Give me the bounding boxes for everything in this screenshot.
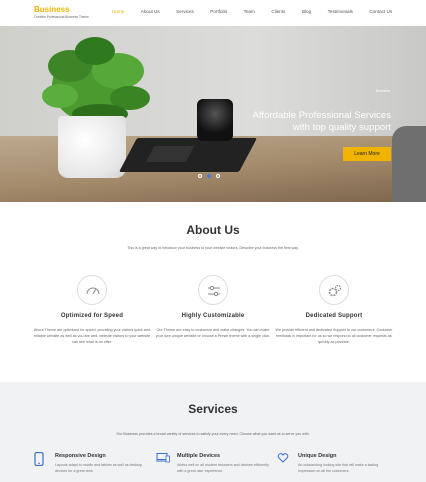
hero-title: Affordable Professional Services with to… <box>191 110 391 134</box>
slider-dot-1[interactable] <box>198 174 202 178</box>
feature-text: Our Theme are easy to customize and make… <box>155 328 271 339</box>
slider-dot-2[interactable] <box>207 174 211 178</box>
service-text: Layouts adapt to mobile and tablets as w… <box>55 463 143 473</box>
feature-title: Highly Customizable <box>181 313 245 319</box>
service-title: Multiple Devices <box>177 453 221 459</box>
hero-title-line2: with top quality support <box>292 122 391 133</box>
service-title: Unique Design <box>298 453 337 459</box>
service-text: Works well on all modern browsers and de… <box>177 463 269 473</box>
devices-icon <box>156 453 170 463</box>
chair-image <box>392 126 426 202</box>
plant-pot <box>58 116 126 178</box>
slider-dot-3[interactable] <box>216 174 220 178</box>
service-title: Responsive Design <box>55 453 106 459</box>
heart-icon <box>277 453 289 463</box>
services-subtitle: Our Business provides a broad variety of… <box>116 432 310 436</box>
about-title: About Us <box>186 223 240 237</box>
hero-kicker: Business <box>375 89 390 93</box>
site-header: Business Creative Professional Business … <box>0 0 426 26</box>
nav-services[interactable]: Services <box>176 9 194 14</box>
feature-support: Dedicated Support We provide efficient a… <box>274 275 394 346</box>
feature-speed: Optimized for Speed About Theme are opti… <box>32 275 152 346</box>
brand-name[interactable]: Business <box>34 5 89 14</box>
feature-title: Optimized for Speed <box>60 313 124 319</box>
speedometer-icon <box>77 275 107 305</box>
nav-blog[interactable]: Blog <box>302 9 311 14</box>
feature-text: About Theme are optimized for speed, pro… <box>33 328 151 345</box>
nav-testimonials[interactable]: Testimonials <box>328 9 353 14</box>
feature-text: We provide efficient and dedicated Suppo… <box>275 328 393 345</box>
nav-home[interactable]: Home <box>112 9 124 14</box>
sliders-icon <box>198 275 228 305</box>
nav-contact[interactable]: Contact Us <box>369 9 392 14</box>
nav-team[interactable]: Team <box>244 9 255 14</box>
services-title: Services <box>188 402 238 416</box>
nav-clients[interactable]: Clients <box>271 9 285 14</box>
phone-image <box>145 146 195 162</box>
brand[interactable]: Business Creative Professional Business … <box>34 5 89 19</box>
slider-dots <box>198 174 220 178</box>
service-text: An outstanding looking site that will ma… <box>298 463 379 473</box>
about-subtitle: This is a great way to introduce your bu… <box>127 246 299 250</box>
main-nav: Home About Us Services Portfolio Team Cl… <box>112 9 409 14</box>
brand-tagline: Creative Professional Business Theme <box>34 15 89 19</box>
feature-title: Dedicated Support <box>305 313 363 319</box>
nav-about[interactable]: About Us <box>141 9 160 14</box>
nav-portfolio[interactable]: Portfolio <box>210 9 227 14</box>
hero-title-line1: Affordable Professional Services <box>252 110 391 121</box>
mobile-icon <box>34 452 44 466</box>
learn-more-button[interactable]: Learn More <box>343 147 391 161</box>
feature-customizable: Highly Customizable Our Theme are easy t… <box>153 275 273 339</box>
hero-slider: Business Affordable Professional Service… <box>0 26 426 202</box>
gears-icon <box>319 275 349 305</box>
services-section: Services Our Business provides a broad v… <box>0 382 426 482</box>
